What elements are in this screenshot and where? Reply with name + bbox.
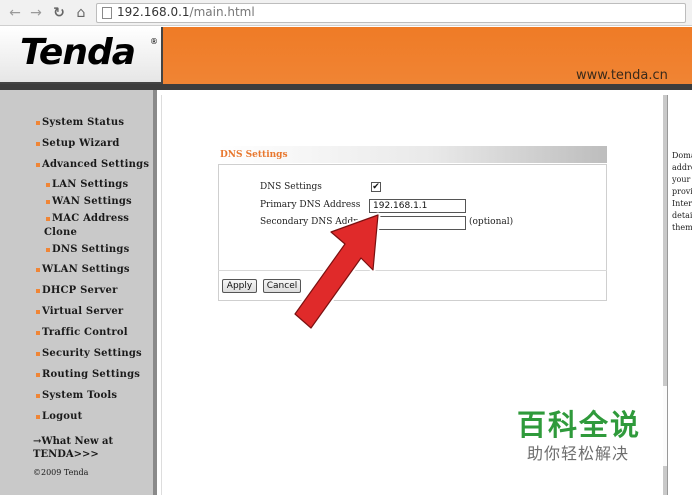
bullet-icon xyxy=(36,414,40,419)
watermark-title: 百科全说 xyxy=(517,408,642,442)
whats-new-link[interactable]: →What New at TENDA>>> xyxy=(33,435,113,461)
help-line: provi xyxy=(672,187,692,196)
sidebar-item-wlan-settings[interactable]: WLAN Settings xyxy=(36,264,130,275)
bullet-icon xyxy=(46,199,50,204)
bullet-icon xyxy=(36,351,40,356)
help-text: Doma addre your provi Intern detail them… xyxy=(672,150,692,234)
sidebar-item-mac-address-clone[interactable]: MAC Address xyxy=(46,213,129,224)
sidebar-item-dns-settings[interactable]: DNS Settings xyxy=(46,244,129,255)
address-bar[interactable]: 192.168.0.1/main.html xyxy=(96,3,686,23)
help-line: detail xyxy=(672,211,692,220)
sidebar-item-system-tools[interactable]: System Tools xyxy=(36,390,117,401)
help-line: them. xyxy=(672,223,692,232)
whats-new-line1: →What New at xyxy=(33,436,114,447)
whats-new-line2: TENDA>>> xyxy=(33,449,99,460)
copyright: ©2009 Tenda xyxy=(33,468,89,477)
sidebar-item-setup-wizard[interactable]: Setup Wizard xyxy=(36,138,120,149)
bullet-icon xyxy=(36,393,40,398)
panel-separator xyxy=(218,270,607,271)
optional-hint: (optional) xyxy=(469,217,514,227)
sidebar-item-logout[interactable]: Logout xyxy=(36,411,82,422)
logo-text: Tenda xyxy=(20,32,136,73)
tenda-logo: Tenda ® xyxy=(0,27,163,84)
sidebar-item-dhcp-server[interactable]: DHCP Server xyxy=(36,285,118,296)
back-arrow-icon[interactable]: ← xyxy=(6,4,24,22)
panel-title: DNS Settings xyxy=(220,150,288,160)
bullet-icon xyxy=(36,162,40,167)
red-arrow-icon xyxy=(292,212,381,331)
help-line: Intern xyxy=(672,199,692,208)
sidebar-item-mac-address-clone-line2[interactable]: Clone xyxy=(44,227,77,238)
dns-settings-label: DNS Settings xyxy=(260,182,322,192)
sidebar-item-security-settings[interactable]: Security Settings xyxy=(36,348,142,359)
address-text: 192.168.0.1/main.html xyxy=(117,5,255,19)
bullet-icon xyxy=(36,141,40,146)
bullet-icon xyxy=(46,216,50,221)
page-icon xyxy=(102,7,112,19)
bullet-icon xyxy=(36,288,40,293)
bullet-icon xyxy=(36,309,40,314)
browser-toolbar: ← → ↻ ⌂ 192.168.0.1/main.html xyxy=(0,0,692,26)
primary-dns-label: Primary DNS Address xyxy=(260,200,361,210)
bullet-icon xyxy=(46,247,50,252)
site-url: www.tenda.cn xyxy=(576,68,668,83)
sidebar-item-system-status[interactable]: System Status xyxy=(36,117,124,128)
help-line: your xyxy=(672,175,691,184)
sidebar-item-lan-settings[interactable]: LAN Settings xyxy=(46,179,128,190)
reload-icon[interactable]: ↻ xyxy=(50,4,68,22)
bullet-icon xyxy=(36,120,40,125)
watermark-subtitle: 助你轻松解决 xyxy=(527,444,630,463)
sidebar-item-traffic-control[interactable]: Traffic Control xyxy=(36,327,128,338)
help-line: Doma xyxy=(672,151,692,160)
sidebar-item-routing-settings[interactable]: Routing Settings xyxy=(36,369,140,380)
help-line: addre xyxy=(672,163,692,172)
sidebar-item-virtual-server[interactable]: Virtual Server xyxy=(36,306,123,317)
bullet-icon xyxy=(36,372,40,377)
bullet-icon xyxy=(46,182,50,187)
home-icon[interactable]: ⌂ xyxy=(72,4,90,22)
registered-mark: ® xyxy=(150,37,158,46)
sidebar-item-wan-settings[interactable]: WAN Settings xyxy=(46,196,132,207)
dns-settings-checkbox[interactable]: ✔ xyxy=(371,182,381,192)
bullet-icon xyxy=(36,267,40,272)
apply-button[interactable]: Apply xyxy=(222,279,257,293)
forward-arrow-icon[interactable]: → xyxy=(27,4,45,22)
bullet-icon xyxy=(36,330,40,335)
sidebar-item-advanced-settings[interactable]: Advanced Settings xyxy=(36,159,149,170)
